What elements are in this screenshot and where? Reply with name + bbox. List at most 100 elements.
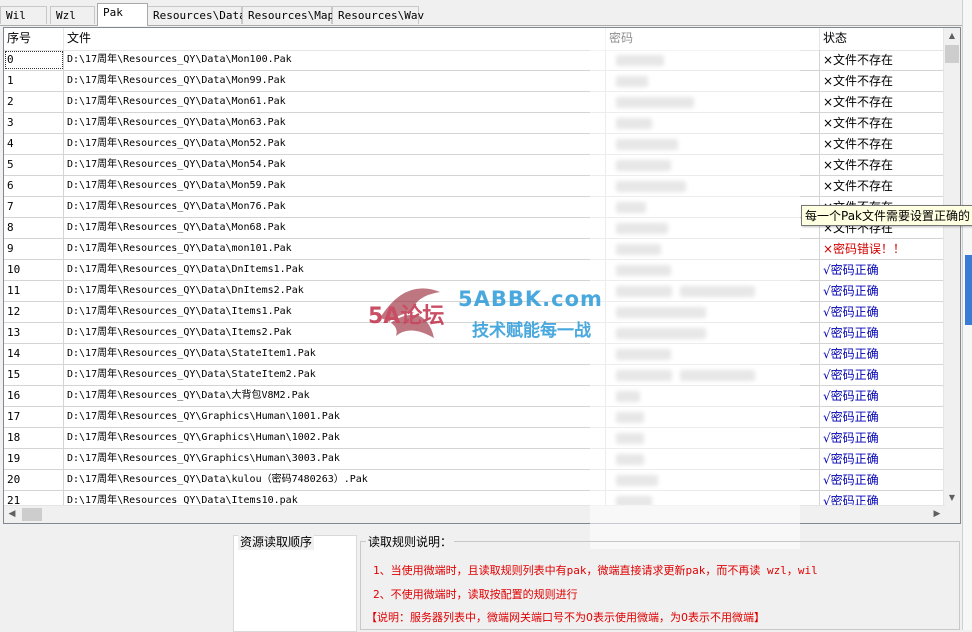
- pak-list-view[interactable]: 序号 文件 密码 状态 0D:\17周年\Resources_QY\Data\M…: [3, 27, 961, 524]
- row-index: 13: [4, 323, 64, 343]
- rule-line-1: 1、当使用微端时，且读取规则列表中有pak，微端直接请求更新pak，而不再读 w…: [373, 564, 818, 577]
- table-row[interactable]: 5 D:\17周年\Resources_QY\Data\Mon54.Pak ×文件不…: [4, 155, 945, 176]
- tab-wzl[interactable]: Wzl: [50, 6, 95, 24]
- horizontal-scroll-thumb[interactable]: [22, 508, 42, 521]
- row-index: 5: [4, 155, 64, 175]
- row-file-path: D:\17周年\Resources_QY\Graphics\Human\1002…: [64, 428, 606, 448]
- row-index: 14: [4, 344, 64, 364]
- header-file[interactable]: 文件: [64, 28, 606, 50]
- tab-resources-map[interactable]: Resources\Map: [242, 6, 334, 24]
- row-index: 17: [4, 407, 64, 427]
- table-row[interactable]: 1 D:\17周年\Resources_QY\Data\Mon99.Pak ×文件不…: [4, 71, 945, 92]
- row-file-path: D:\17周年\Resources_QY\Data\Mon76.Pak: [64, 197, 606, 217]
- row-file-path: D:\17周年\Resources_QY\Data\Mon59.Pak: [64, 176, 606, 196]
- read-order-label: 资源读取顺序: [238, 533, 315, 550]
- row-index: 16: [4, 386, 64, 406]
- table-row[interactable]: 6 D:\17周年\Resources_QY\Data\Mon59.Pak ×文件不…: [4, 176, 945, 197]
- watermark-logo-text: 5A论坛: [368, 304, 445, 329]
- row-status: √密码正确: [820, 323, 945, 343]
- row-index: 7: [4, 197, 64, 217]
- horizontal-scrollbar[interactable]: ◀ ▶: [4, 505, 945, 523]
- tab-strip: Wil Wzl Pak Resources\Data Resources\Map Reso…: [0, 0, 972, 26]
- row-index: 1: [4, 71, 64, 91]
- row-index: 20: [4, 470, 64, 490]
- row-file-path: D:\17周年\Resources_QY\Data\Mon54.Pak: [64, 155, 606, 175]
- vertical-scroll-thumb[interactable]: [945, 45, 959, 63]
- row-index: 18: [4, 428, 64, 448]
- row-status: √密码正确: [820, 260, 945, 280]
- row-status: √密码正确: [820, 302, 945, 322]
- rules-title: 读取规则说明：: [366, 533, 455, 550]
- row-index: 11: [4, 281, 64, 301]
- row-status: √密码正确: [820, 449, 945, 469]
- watermark: 5A论坛 5ABBK.com 技术赋能每一战: [360, 278, 610, 350]
- rule-line-3: 【说明：服务器列表中，微端网关端口号不为0表示使用微端，为0表示不用微端】: [366, 611, 765, 624]
- row-index: 10: [4, 260, 64, 280]
- table-row[interactable]: 16 D:\17周年\Resources_QY\Data\大背包V8M2.Pak √…: [4, 386, 945, 407]
- header-index[interactable]: 序号: [4, 28, 64, 50]
- row-file-path: D:\17周年\Resources_QY\Data\kulou（密码748026…: [64, 470, 606, 490]
- table-row[interactable]: 0 D:\17周年\Resources_QY\Data\Mon100.Pak ×文件…: [4, 50, 945, 71]
- row-status: √密码正确: [820, 470, 945, 490]
- row-status: ×文件不存在: [820, 50, 945, 70]
- table-row[interactable]: 15 D:\17周年\Resources_QY\Data\StateItem2.P…: [4, 365, 945, 386]
- header-status[interactable]: 状态: [820, 28, 945, 50]
- tab-wil[interactable]: Wil: [0, 6, 47, 24]
- row-index: 4: [4, 134, 64, 154]
- tab-resources-wav[interactable]: Resources\Wav: [332, 6, 424, 24]
- row-status: ×文件不存在: [820, 155, 945, 175]
- row-status: ×文件不存在: [820, 113, 945, 133]
- row-status: ×密码错误！！: [820, 239, 945, 259]
- table-row[interactable]: 4 D:\17周年\Resources_QY\Data\Mon52.Pak ×文件不…: [4, 134, 945, 155]
- row-index: 9: [4, 239, 64, 259]
- vertical-scrollbar[interactable]: ▲ ▼: [943, 28, 960, 506]
- table-row[interactable]: 2 D:\17周年\Resources_QY\Data\Mon61.Pak ×文件不…: [4, 92, 945, 113]
- rule-line-2: 2、不使用微端时，读取按配置的规则进行: [373, 588, 578, 601]
- row-index: 8: [4, 218, 64, 238]
- row-status: √密码正确: [820, 428, 945, 448]
- row-file-path: D:\17周年\Resources_QY\Graphics\Human\3003…: [64, 449, 606, 469]
- row-index: 6: [4, 176, 64, 196]
- table-row[interactable]: 9 D:\17周年\Resources_QY\Data\mon101.Pak ×密码…: [4, 239, 945, 260]
- redaction-overlay: [590, 29, 800, 549]
- row-status: ×文件不存在: [820, 92, 945, 112]
- scroll-left-icon[interactable]: ◀: [4, 506, 20, 523]
- row-status: √密码正确: [820, 344, 945, 364]
- table-row[interactable]: 19 D:\17周年\Resources_QY\Graphics\Human\30…: [4, 449, 945, 470]
- row-index: 12: [4, 302, 64, 322]
- row-file-path: D:\17周年\Resources_QY\Data\Mon52.Pak: [64, 134, 606, 154]
- row-file-path: D:\17周年\Resources_QY\Data\StateItem2.Pak: [64, 365, 606, 385]
- row-file-path: D:\17周年\Resources_QY\Graphics\Human\1001…: [64, 407, 606, 427]
- table-row[interactable]: 20 D:\17周年\Resources_QY\Data\kulou（密码7480…: [4, 470, 945, 491]
- row-index: 3: [4, 113, 64, 133]
- table-row[interactable]: 17 D:\17周年\Resources_QY\Graphics\Human\10…: [4, 407, 945, 428]
- table-row[interactable]: 18 D:\17周年\Resources_QY\Graphics\Human\10…: [4, 428, 945, 449]
- row-status: ×文件不存在: [820, 134, 945, 154]
- table-row[interactable]: 3 D:\17周年\Resources_QY\Data\Mon63.Pak ×文件不…: [4, 113, 945, 134]
- row-status: √密码正确: [820, 407, 945, 427]
- row-status: ×文件不存在: [820, 71, 945, 91]
- watermark-site: 5ABBK.com: [458, 287, 603, 311]
- row-file-path: D:\17周年\Resources_QY\Data\Mon100.Pak: [64, 50, 606, 70]
- tab-pak[interactable]: Pak: [97, 3, 148, 26]
- row-index: 0: [4, 50, 64, 70]
- row-status: ×文件不存在: [820, 176, 945, 196]
- row-file-path: D:\17周年\Resources_QY\Data\Mon68.Pak: [64, 218, 606, 238]
- scroll-corner: [944, 506, 960, 523]
- row-index: 15: [4, 365, 64, 385]
- tooltip: 每一个Pak文件需要设置正确的: [801, 205, 972, 226]
- row-file-path: D:\17周年\Resources_QY\Data\大背包V8M2.Pak: [64, 386, 606, 406]
- scroll-down-icon[interactable]: ▼: [944, 490, 960, 506]
- scroll-right-icon[interactable]: ▶: [929, 506, 945, 523]
- row-file-path: D:\17周年\Resources_QY\Data\Mon63.Pak: [64, 113, 606, 133]
- watermark-slogan: 技术赋能每一战: [472, 321, 591, 341]
- row-file-path: D:\17周年\Resources_QY\Data\Mon99.Pak: [64, 71, 606, 91]
- row-file-path: D:\17周年\Resources_QY\Data\mon101.Pak: [64, 239, 606, 259]
- scroll-up-icon[interactable]: ▲: [944, 28, 960, 44]
- tab-resources-data[interactable]: Resources\Data: [147, 6, 246, 24]
- row-status: √密码正确: [820, 386, 945, 406]
- row-index: 2: [4, 92, 64, 112]
- row-index: 19: [4, 449, 64, 469]
- row-file-path: D:\17周年\Resources_QY\Data\Mon61.Pak: [64, 92, 606, 112]
- row-status: √密码正确: [820, 281, 945, 301]
